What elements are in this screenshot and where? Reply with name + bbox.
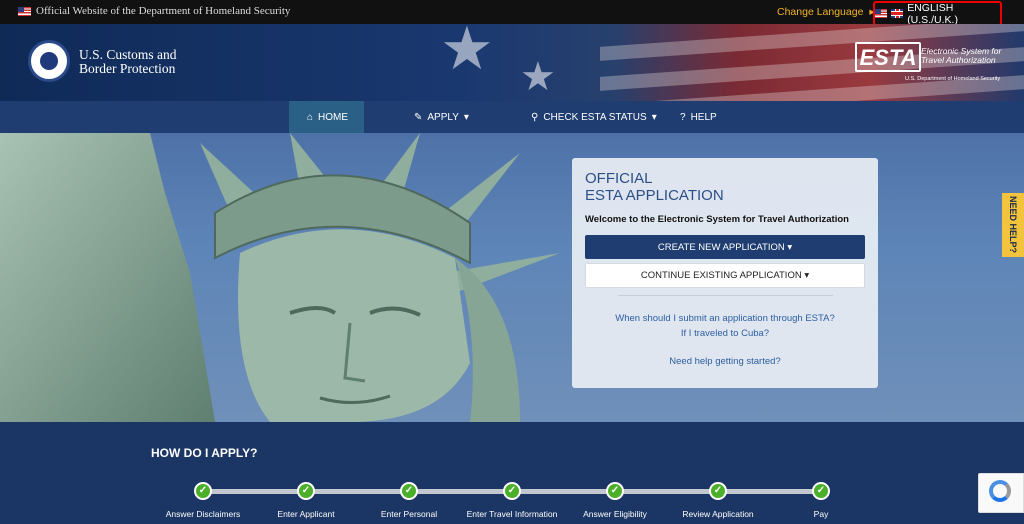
question-icon: ? (680, 111, 686, 123)
check-icon: ✓ (606, 482, 624, 500)
search-icon: ⚲ (531, 111, 539, 123)
caret-down-icon: ▾ (787, 241, 793, 253)
change-language-link[interactable]: Change Language ▸ (777, 6, 875, 18)
pencil-icon: ✎ (414, 111, 423, 123)
step-review-application[interactable]: ✓ Review Application (658, 482, 778, 519)
panel-divider (618, 295, 833, 296)
star-icon: ★ (440, 24, 494, 82)
home-icon: ⌂ (307, 111, 314, 123)
official-website-notice: Official Website of the Department of Ho… (18, 5, 290, 17)
esta-application-panel: OFFICIAL ESTA APPLICATION Welcome to the… (572, 158, 878, 388)
dhs-seal-logo[interactable] (28, 40, 70, 82)
us-flag-icon (18, 6, 31, 16)
cbp-agency-name[interactable]: U.S. Customs and Border Protection (79, 48, 177, 76)
create-new-application-button[interactable]: CREATE NEW APPLICATION ▾ (585, 235, 865, 259)
caret-down-icon: ▾ (463, 111, 469, 123)
step-answer-disclaimers[interactable]: ✓ Answer Disclaimers (143, 482, 263, 519)
nav-home[interactable]: ⌂ HOME (289, 101, 364, 133)
site-header: ★ ★ U.S. Customs and Border Protection E… (0, 24, 1024, 101)
check-icon: ✓ (194, 482, 212, 500)
nav-apply[interactable]: ✎ APPLY ▾ (396, 101, 487, 133)
step-enter-travel-information[interactable]: ✓ Enter Travel Information (452, 482, 572, 519)
check-icon: ✓ (812, 482, 830, 500)
change-language-label: Change Language (777, 6, 864, 18)
how-do-i-apply-section: HOW DO I APPLY? ✓ Answer Disclaimers ✓ E… (0, 422, 1024, 524)
language-selector[interactable]: ENGLISH (U.S./U.K.) (873, 1, 1002, 26)
caret-down-icon: ▾ (651, 111, 657, 123)
current-language-label: ENGLISH (U.S./U.K.) (907, 1, 958, 26)
how-title: HOW DO I APPLY? (151, 446, 258, 460)
star-icon: ★ (520, 55, 556, 99)
nav-check-esta-status[interactable]: ⚲ CHECK ESTA STATUS ▾ (513, 101, 675, 133)
help-getting-started-link[interactable]: Need help getting started? (572, 356, 878, 367)
check-icon: ✓ (297, 482, 315, 500)
check-icon: ✓ (400, 482, 418, 500)
when-submit-link[interactable]: When should I submit an application thro… (572, 313, 878, 324)
check-icon: ✓ (503, 482, 521, 500)
us-flag-icon (875, 9, 888, 18)
cuba-link[interactable]: If I traveled to Cuba? (572, 328, 878, 339)
esta-logo[interactable]: ESTA Electronic System for Travel Author… (855, 40, 1005, 84)
esta-logo-subtitle: Electronic System for Travel Authorizati… (921, 46, 1002, 65)
panel-title: OFFICIAL ESTA APPLICATION (585, 170, 724, 204)
statue-of-liberty-image (0, 133, 560, 422)
esta-logo-dept: U.S. Department of Homeland Security (905, 76, 1001, 82)
check-icon: ✓ (709, 482, 727, 500)
nav-help[interactable]: ? HELP (662, 101, 735, 133)
caret-down-icon: ▾ (804, 270, 810, 281)
welcome-text: Welcome to the Electronic System for Tra… (585, 214, 849, 225)
step-enter-applicant[interactable]: ✓ Enter Applicant (246, 482, 366, 519)
main-nav: ⌂ HOME ✎ APPLY ▾ ⚲ CHECK ESTA STATUS ▾ ?… (0, 101, 1024, 133)
step-enter-personal[interactable]: ✓ Enter Personal (349, 482, 469, 519)
need-help-tab[interactable]: NEED HELP? (1002, 193, 1024, 257)
official-website-text: Official Website of the Department of Ho… (36, 5, 291, 17)
top-bar: Official Website of the Department of Ho… (0, 0, 1024, 26)
recaptcha-icon (989, 480, 1011, 502)
step-answer-eligibility[interactable]: ✓ Answer Eligibility (555, 482, 675, 519)
recaptcha-badge[interactable] (978, 473, 1024, 513)
uk-flag-icon (891, 9, 904, 18)
continue-existing-application-button[interactable]: CONTINUE EXISTING APPLICATION ▾ (585, 263, 865, 288)
esta-logo-mark: ESTA (855, 42, 921, 72)
step-pay[interactable]: ✓ Pay (761, 482, 881, 519)
